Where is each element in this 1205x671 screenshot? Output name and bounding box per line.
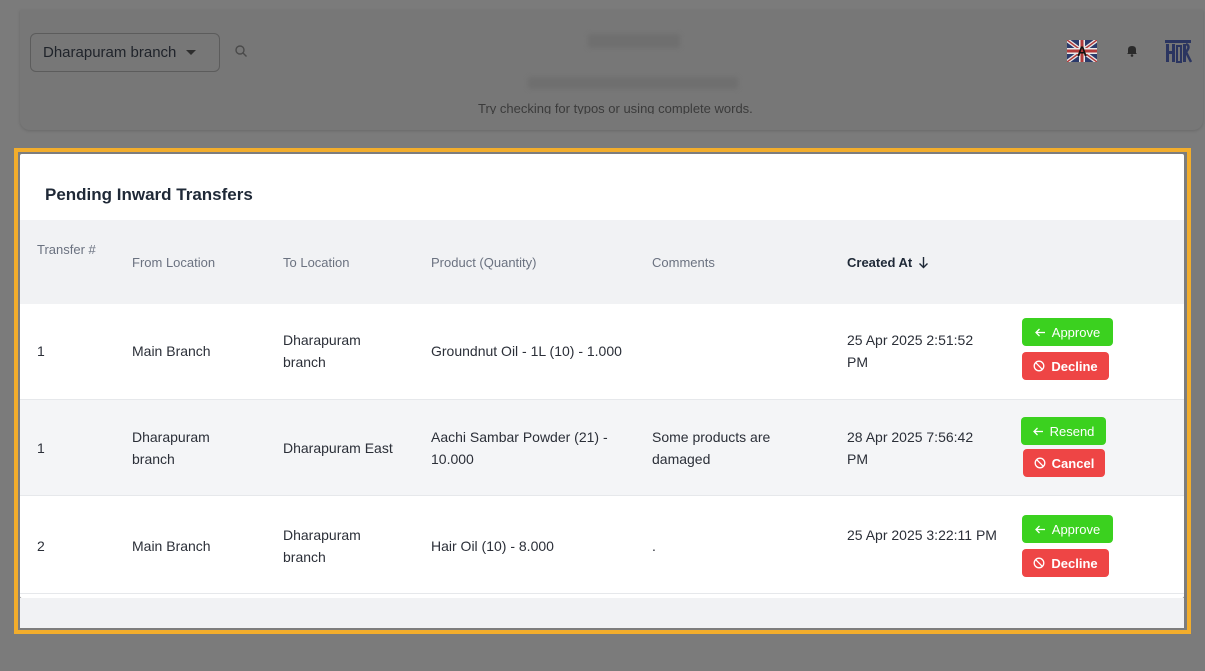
branch-select[interactable]: Dharapuram branch: [30, 33, 220, 72]
cell-created: 25 Apr 2025 2:51:52 PM: [847, 332, 974, 370]
decline-button-label: Decline: [1051, 358, 1098, 374]
panel-title: Pending Inward Transfers: [45, 185, 253, 204]
panel-footer: [20, 598, 1184, 628]
column-header-comments[interactable]: Comments: [652, 253, 715, 272]
approve-button[interactable]: Approve: [1022, 515, 1113, 543]
top-header: Dharapuram branch A: [0, 0, 1205, 140]
cell-from: Main Branch: [132, 343, 211, 359]
sort-down-arrow-icon: [919, 257, 929, 269]
ban-icon: [1033, 557, 1045, 569]
table-row: 1 Dharapuram branch Dharapuram East Aach…: [20, 400, 1184, 496]
cell-created: 25 Apr 2025 3:22:11 PM: [847, 527, 997, 543]
column-header-created[interactable]: Created At: [847, 253, 929, 272]
table-header: Transfer # From Location To Location Pro…: [20, 220, 1184, 304]
arrow-left-icon: [1034, 328, 1045, 336]
pending-transfers-panel: Pending Inward Transfers Transfer # From…: [20, 154, 1184, 598]
table-row: 1 Main Branch Dharapuram branch Groundnu…: [20, 304, 1184, 400]
approve-button-label: Approve: [1051, 521, 1101, 537]
column-header-created-label: Created At: [847, 255, 913, 270]
column-header-product[interactable]: Product (Quantity): [431, 253, 537, 272]
cell-from: Main Branch: [132, 538, 211, 554]
decline-button-label: Decline: [1051, 555, 1098, 571]
table-row: 2 Main Branch Dharapuram branch Hair Oil…: [20, 496, 1184, 594]
decline-button[interactable]: Decline: [1022, 352, 1109, 380]
arrow-left-icon: [1034, 525, 1045, 533]
cell-product: Aachi Sambar Powder (21) - 10.000: [431, 429, 608, 467]
ban-icon: [1033, 360, 1045, 372]
cell-transfer: 1: [37, 343, 45, 359]
column-header-to[interactable]: To Location: [283, 253, 350, 272]
cell-product: Hair Oil (10) - 8.000: [431, 538, 554, 554]
cell-to: Dharapuram branch: [283, 527, 361, 565]
approve-button-label: Approve: [1051, 324, 1101, 340]
chevron-down-icon: [186, 50, 197, 55]
ban-icon: [1034, 457, 1046, 469]
branch-select-value: Dharapuram branch: [43, 44, 177, 61]
cell-created: 28 Apr 2025 7:56:42 PM: [847, 429, 974, 467]
cell-transfer: 2: [37, 538, 45, 554]
approve-button[interactable]: Approve: [1022, 318, 1113, 346]
arrow-left-icon: [1032, 427, 1043, 435]
resend-button-label: Resend: [1049, 423, 1095, 439]
cell-product: Groundnut Oil - 1L (10) - 1.000: [431, 343, 622, 359]
column-header-from[interactable]: From Location: [132, 253, 215, 272]
cancel-button-label: Cancel: [1051, 455, 1095, 471]
decline-button[interactable]: Decline: [1022, 549, 1109, 577]
avatar[interactable]: [1164, 38, 1193, 64]
cell-to: Dharapuram branch: [283, 332, 361, 370]
column-header-transfer[interactable]: Transfer #: [37, 240, 99, 259]
flag-icon[interactable]: A: [1065, 38, 1099, 64]
cell-to: Dharapuram East: [283, 440, 393, 456]
cell-transfer: 1: [37, 440, 45, 456]
resend-button[interactable]: Resend: [1021, 417, 1106, 445]
search-icon[interactable]: [234, 44, 250, 60]
cell-comments: .: [652, 538, 656, 554]
bell-icon[interactable]: [1126, 44, 1138, 57]
cell-from: Dharapuram branch: [132, 429, 210, 467]
cell-comments: Some products are damaged: [652, 429, 771, 467]
cancel-button[interactable]: Cancel: [1023, 449, 1105, 477]
svg-text:A: A: [1077, 43, 1087, 59]
